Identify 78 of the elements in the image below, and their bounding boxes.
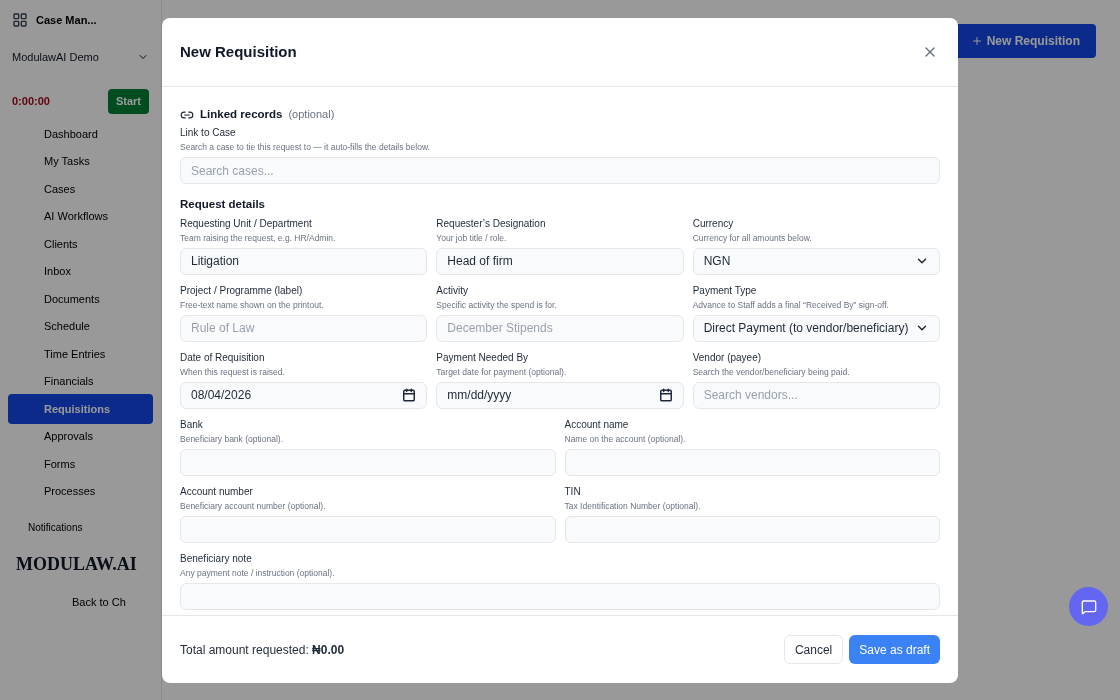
nav-item[interactable]: My Tasks xyxy=(8,153,153,170)
field-label: Account name xyxy=(564,417,630,431)
field-label: Date of Requisition xyxy=(180,350,266,364)
field-label: Account number xyxy=(180,484,254,498)
field-label: Activity xyxy=(436,283,469,297)
nav-item[interactable]: Approvals xyxy=(8,428,153,445)
field-hint: Any payment note / instruction (optional). xyxy=(180,566,336,579)
field-hint: Your job title / role. xyxy=(436,231,508,244)
app-logo-icon xyxy=(12,12,28,29)
field-hint: When this request is raised. xyxy=(180,365,286,378)
input-field[interactable]: Rule of Law xyxy=(180,314,428,342)
field-label: Vendor (payee) xyxy=(692,350,763,364)
field-label: Payment Needed By xyxy=(436,350,530,364)
field-label: Requester’s Designation xyxy=(436,216,547,230)
logo: MODULAW.AI xyxy=(15,552,138,576)
field-label: Beneficiary note xyxy=(180,551,253,565)
save-draft-button[interactable]: Save as draft xyxy=(849,635,940,664)
nav-item[interactable]: AI Workflows xyxy=(8,208,153,225)
field-label: Currency xyxy=(692,216,735,230)
plus-icon xyxy=(970,35,983,47)
input-field[interactable] xyxy=(564,515,940,543)
nav-item[interactable]: Inbox xyxy=(8,263,153,280)
calendar-icon xyxy=(402,388,417,402)
calendar-icon xyxy=(658,388,673,402)
input-field[interactable]: Litigation xyxy=(180,247,428,275)
field-hint: Search the vendor/beneficiary being paid. xyxy=(692,365,851,378)
cancel-button[interactable]: Cancel xyxy=(783,635,844,664)
back-link[interactable]: Back to Ch xyxy=(8,593,153,610)
field-label: Bank xyxy=(180,417,204,431)
nav-item[interactable]: Cases xyxy=(8,180,153,197)
input-field[interactable] xyxy=(180,448,556,476)
nav-item[interactable]: Processes xyxy=(8,483,153,500)
field-hint: Beneficiary account number (optional). xyxy=(180,499,327,512)
nav-item[interactable]: Forms xyxy=(8,455,153,472)
field-hint: Team raising the request, e.g. HR/Admin. xyxy=(180,231,337,244)
input-field[interactable] xyxy=(564,448,940,476)
dialog-title: New Requisition xyxy=(180,41,297,62)
section-title: Request details xyxy=(180,197,265,213)
section-note: (optional) xyxy=(288,107,335,123)
date-field[interactable]: 08/04/2026 xyxy=(180,381,428,409)
date-field[interactable]: mm/dd/yyyy xyxy=(436,381,684,409)
field-hint: Specific activity the spend is for. xyxy=(436,298,558,311)
field-hint: Search a case to tie this request to — it auto-fills the details below. xyxy=(180,141,431,154)
nav-item[interactable]: Time Entries xyxy=(8,345,153,362)
field-hint: Currency for all amounts below. xyxy=(692,231,813,244)
nav-item[interactable]: Financials xyxy=(8,373,153,390)
field-label: Requesting Unit / Department xyxy=(180,216,313,230)
total-amount: Total amount requested: ₦0.00 xyxy=(180,641,345,659)
app-title: Case Man... xyxy=(36,13,97,28)
workspace-select[interactable]: ModulawAI Demo xyxy=(12,48,149,65)
search-field[interactable]: Search cases... xyxy=(180,157,940,185)
field-hint: Advance to Staff adds a final “Received By” sign-off. xyxy=(692,298,890,311)
field-label: TIN xyxy=(564,484,582,498)
field-hint: Beneficiary bank (optional). xyxy=(180,432,284,445)
input-field[interactable]: Head of firm xyxy=(436,247,684,275)
field-label: Payment Type xyxy=(692,283,758,297)
input-field[interactable] xyxy=(180,515,556,543)
field-hint: Tax Identification Number (optional). xyxy=(564,499,702,512)
notifications-link[interactable]: Notifications xyxy=(8,519,153,535)
nav-item[interactable]: Requisitions xyxy=(8,393,153,424)
field-label: Project / Programme (label) xyxy=(180,283,304,297)
nav-item[interactable]: Clients xyxy=(8,235,153,252)
nav-item[interactable]: Dashboard xyxy=(8,125,153,142)
field-hint: Free-text name shown on the printout. xyxy=(180,298,325,311)
select-field[interactable]: Direct Payment (to vendor/beneficiary) xyxy=(692,314,940,342)
input-field[interactable]: December Stipends xyxy=(436,314,684,342)
field-hint: Target date for payment (optional). xyxy=(436,365,568,378)
nav-item[interactable]: Documents xyxy=(8,290,153,307)
chat-button[interactable] xyxy=(1069,587,1108,626)
section-title: Linked records xyxy=(200,107,283,122)
nav-item[interactable]: Schedule xyxy=(8,318,153,335)
select-field[interactable]: NGN xyxy=(692,247,940,275)
input-field[interactable] xyxy=(180,582,940,610)
search-field[interactable]: Search vendors... xyxy=(692,381,940,409)
field-label: Link to Case xyxy=(180,126,237,140)
field-hint: Name on the account (optional). xyxy=(564,432,687,445)
timer: 0:00:00 xyxy=(12,94,50,109)
chat-icon xyxy=(1080,598,1097,615)
